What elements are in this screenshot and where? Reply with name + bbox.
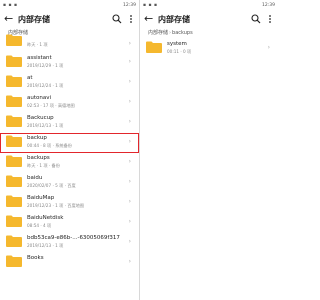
chevron-right-icon: › (128, 40, 131, 47)
folder-icon (6, 55, 22, 67)
page-title: 内部存储 (18, 15, 50, 24)
folder-icon (146, 41, 162, 53)
folder-name: baidu (27, 175, 43, 181)
folder-meta: 2019/12/13 · 1 项 (27, 243, 64, 248)
folder-row[interactable]: autonavi 02:53 · 17 项 · 高德地图 › (0, 93, 139, 113)
folder-name: BaiduNetdisk (27, 215, 64, 221)
chevron-right-icon: › (267, 44, 270, 51)
folder-icon (6, 235, 22, 247)
folder-meta: 02:53 · 17 项 · 高德地图 (27, 103, 75, 108)
folder-icon (6, 175, 22, 187)
folder-icon (6, 95, 22, 107)
folder-name: assistant (27, 55, 52, 61)
status-icons: ▪ ▪ ▪ (3, 3, 18, 8)
folder-name: bdb53ca9-e86b-...-63005069f317 (27, 235, 120, 241)
more-vert-icon[interactable] (129, 14, 133, 24)
folder-meta: 昨天 · 1 项 · 备份 (27, 163, 60, 168)
folder-meta: 08:54 · 4 项 (27, 223, 52, 228)
folder-name: backups (27, 155, 50, 161)
folder-meta: 00:11 · 0 项 (167, 49, 192, 54)
right-pane: ▪ ▪ ▪ 12:39 ← 内部存储 内部存储›backups system 00… (140, 0, 278, 300)
folder-row[interactable]: Backucup 2019/12/13 · 1 项 › (0, 113, 139, 133)
chevron-right-icon: › (128, 238, 131, 245)
chevron-right-icon: › (128, 158, 131, 165)
folder-icon (6, 115, 22, 127)
folder-name: BaiduMap (27, 195, 55, 201)
folder-meta: 昨天 · 1 项 (27, 42, 48, 47)
folder-name: backup (27, 135, 47, 141)
folder-meta: 2019/12/24 · 1 项 (27, 83, 64, 88)
folder-icon (6, 195, 22, 207)
search-icon[interactable] (112, 14, 122, 24)
chevron-right-icon: › (128, 218, 131, 225)
folder-row[interactable]: BaiduNetdisk 08:54 · 4 项 › (0, 213, 139, 233)
page-title: 内部存储 (158, 15, 190, 24)
folder-row[interactable]: backups 昨天 · 1 项 · 备份 › (0, 153, 139, 173)
status-time: 12:39 (262, 3, 275, 8)
left-pane: ▪ ▪ ▪ 12:39 ← 内部存储 内部存储 昨天 · 1 项 › assista… (0, 0, 139, 300)
folder-row[interactable]: assistant 2019/12/29 · 1 项 › (0, 53, 139, 73)
folder-meta: 00:44 · 8 项 · 系统备份 (27, 143, 72, 148)
folder-meta: 2019/12/23 · 1 项 · 百度地图 (27, 203, 85, 208)
folder-list: 昨天 · 1 项 › assistant 2019/12/29 · 1 项 › at 201… (0, 34, 139, 273)
folder-row[interactable]: 昨天 · 1 项 › (0, 34, 139, 53)
folder-row[interactable]: at 2019/12/24 · 1 项 › (0, 73, 139, 93)
status-icons: ▪ ▪ ▪ (143, 3, 158, 8)
folder-row[interactable]: system 00:11 · 0 项 › (140, 39, 278, 59)
search-icon[interactable] (251, 14, 261, 24)
chevron-right-icon: › (128, 258, 131, 265)
more-vert-icon[interactable] (268, 14, 272, 24)
chevron-right-icon: › (128, 138, 131, 145)
chevron-right-icon: › (128, 118, 131, 125)
breadcrumb-current: backups (172, 30, 193, 36)
chevron-right-icon: › (128, 58, 131, 65)
back-arrow-icon[interactable]: ← (144, 13, 153, 24)
folder-icon (6, 155, 22, 167)
back-arrow-icon[interactable]: ← (4, 13, 13, 24)
folder-meta: 2019/12/13 · 1 项 (27, 123, 64, 128)
folder-icon (6, 215, 22, 227)
status-bar: ▪ ▪ ▪ 12:39 (0, 0, 139, 11)
folder-row[interactable]: baidu 2020/02/07 · 5 项 · 百度 › (0, 173, 139, 193)
chevron-right-icon: › (128, 98, 131, 105)
folder-name: autonavi (27, 95, 52, 101)
folder-row[interactable]: bdb53ca9-e86b-...-63005069f317 2019/12/13… (0, 233, 139, 253)
folder-row[interactable]: BaiduMap 2019/12/23 · 1 项 · 百度地图 › (0, 193, 139, 213)
folder-list: system 00:11 · 0 项 › (140, 39, 278, 59)
status-time: 12:39 (123, 3, 136, 8)
folder-icon (6, 255, 22, 267)
folder-meta: 2020/02/07 · 5 项 · 百度 (27, 183, 76, 188)
folder-name: Backucup (27, 115, 54, 121)
folder-name: at (27, 75, 33, 81)
app-header: ← 内部存储 (140, 11, 278, 28)
folder-icon (6, 135, 22, 147)
status-bar: ▪ ▪ ▪ 12:39 (140, 0, 278, 11)
chevron-right-icon: › (128, 198, 131, 205)
folder-name: system (167, 41, 187, 47)
folder-row[interactable]: Books › (0, 253, 139, 273)
folder-name: Books (27, 255, 44, 261)
folder-icon (6, 75, 22, 87)
chevron-right-icon: › (128, 178, 131, 185)
breadcrumb-root[interactable]: 内部存储 (148, 30, 168, 36)
folder-meta: 2019/12/29 · 1 项 (27, 63, 64, 68)
folder-row[interactable]: backup 00:44 · 8 项 · 系统备份 › (0, 133, 139, 153)
app-header: ← 内部存储 (0, 11, 139, 28)
chevron-right-icon: › (128, 78, 131, 85)
breadcrumb: 内部存储›backups (140, 28, 278, 39)
folder-icon (6, 34, 22, 46)
